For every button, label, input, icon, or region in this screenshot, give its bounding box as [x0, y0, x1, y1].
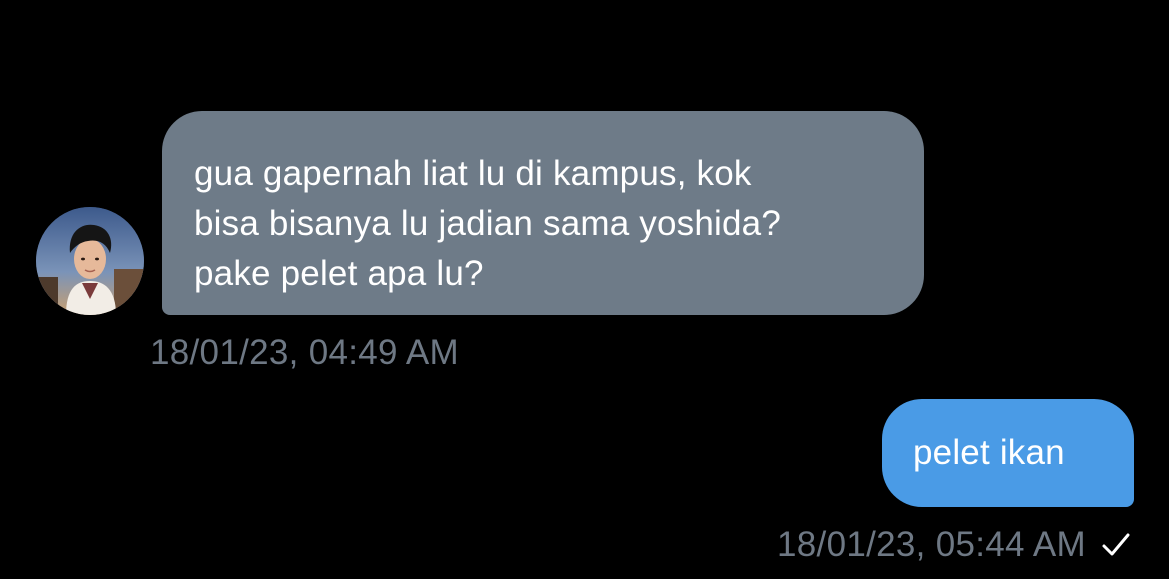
incoming-message-bubble[interactable]: gua gapernah liat lu di kampus, kok bisa… — [162, 111, 924, 315]
check-icon — [1100, 529, 1132, 561]
incoming-message-timestamp: 18/01/23, 04:49 AM — [150, 333, 459, 372]
avatar-photo-icon — [36, 207, 144, 315]
outgoing-message-timestamp: 18/01/23, 05:44 AM — [777, 525, 1086, 564]
incoming-message-line: gua gapernah liat lu di kampus, kok — [194, 154, 752, 193]
outgoing-message-status: 18/01/23, 05:44 AM — [777, 524, 1132, 566]
outgoing-message-text: pelet ikan — [913, 433, 1065, 472]
dm-conversation: gua gapernah liat lu di kampus, kok bisa… — [0, 0, 1169, 579]
incoming-message-line: bisa bisanya lu jadian sama yoshida? — [194, 204, 782, 243]
outgoing-message-bubble[interactable]: pelet ikan — [882, 399, 1134, 507]
sender-avatar[interactable] — [36, 207, 144, 315]
incoming-message-line: pake pelet apa lu? — [194, 254, 484, 293]
